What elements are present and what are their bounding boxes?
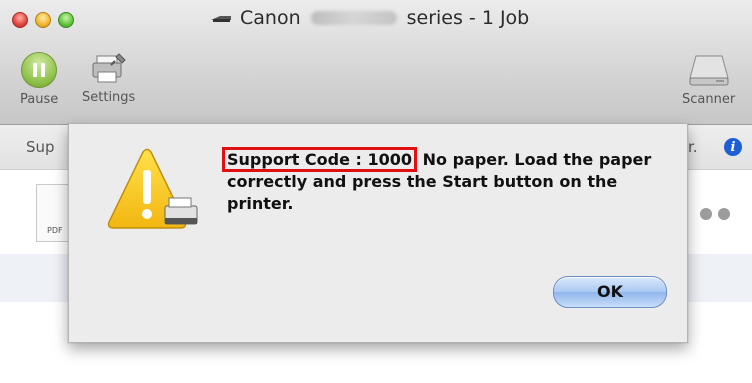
zoom-window-button[interactable]	[58, 12, 74, 28]
printer-icon	[211, 16, 231, 22]
pause-button[interactable]: Pause	[20, 52, 58, 107]
window-title: Canon series - 1 Job	[210, 6, 529, 30]
window-title-suffix: series - 1 Job	[406, 7, 530, 29]
alert-dialog: Support Code : 1000 No paper. Load the p…	[68, 124, 688, 343]
minimize-window-button[interactable]	[35, 12, 51, 28]
settings-button[interactable]: Settings	[82, 52, 135, 105]
document-type-label: PDF	[47, 226, 63, 235]
pause-icon	[21, 52, 58, 88]
warning-icon	[107, 148, 198, 229]
scanner-label: Scanner	[682, 92, 736, 107]
pause-job-icon[interactable]	[718, 208, 730, 220]
pause-label: Pause	[20, 92, 59, 107]
support-code: Support Code : 1000	[222, 147, 418, 172]
alert-message: Support Code : 1000 No paper. Load the p…	[222, 147, 657, 215]
close-window-button[interactable]	[12, 12, 28, 28]
printer-badge-icon	[164, 197, 198, 225]
support-info-text-left: Sup	[26, 138, 55, 156]
scanner-button[interactable]: Scanner	[682, 52, 735, 107]
redacted-model-name	[310, 11, 397, 25]
printer-queue-window: Canon series - 1 Job Pause Settings Scan…	[0, 0, 752, 383]
cancel-job-icon[interactable]	[700, 208, 712, 220]
ok-button[interactable]: OK	[553, 276, 667, 308]
info-icon[interactable]: i	[724, 138, 742, 156]
settings-label: Settings	[82, 90, 136, 105]
support-info-text-right: r.	[688, 138, 698, 156]
scanner-icon	[688, 55, 729, 86]
window-title-prefix: Canon	[240, 7, 301, 29]
toolbar: Canon series - 1 Job Pause Settings Scan…	[0, 0, 752, 125]
printer-settings-icon	[92, 53, 126, 83]
